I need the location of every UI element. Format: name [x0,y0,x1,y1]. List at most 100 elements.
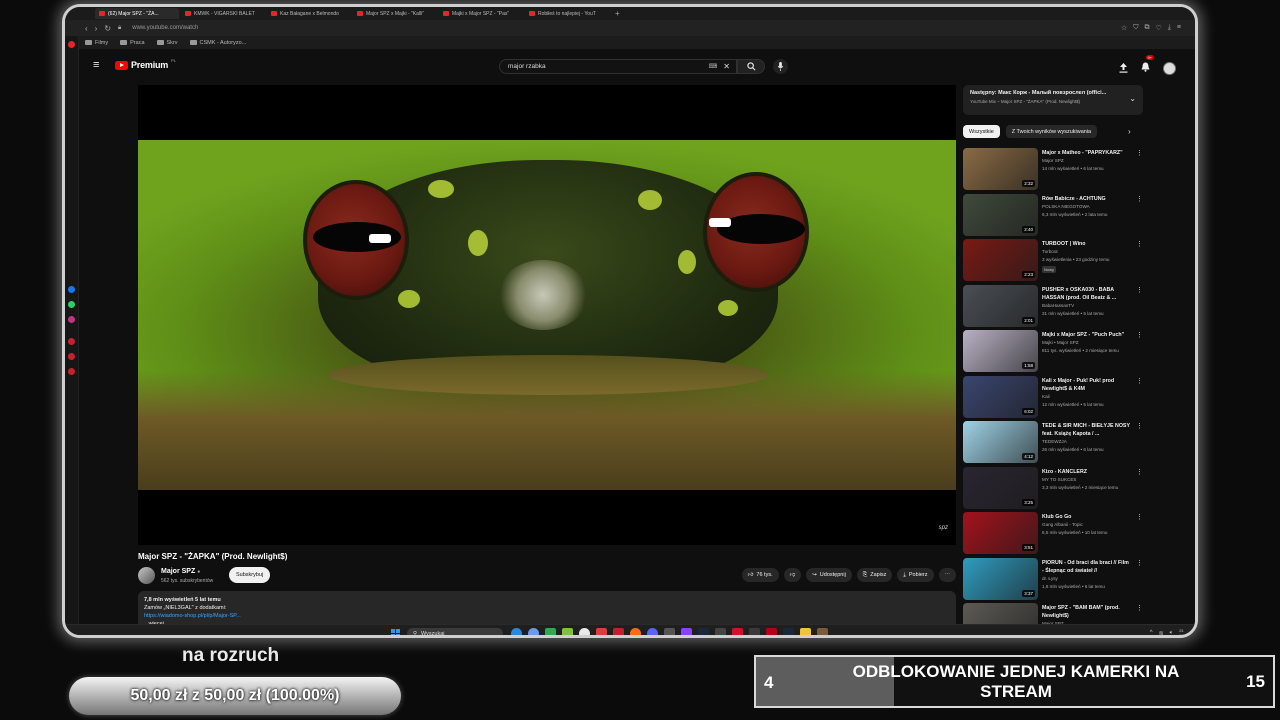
more-options-icon[interactable]: ⋮ [1136,559,1143,567]
recommendation-title[interactable]: Major x Matheo - "PAPRYKARZ" [1042,149,1130,157]
history-icon[interactable] [68,338,75,345]
chevron-up-icon[interactable]: ^ [1150,630,1153,635]
taskbar-app-icon[interactable] [562,628,573,635]
browser-tab[interactable]: Kaz Bałagane x Belmondo [267,8,351,19]
recommendation-item[interactable]: 3:37 PIORUN - Od braci dla braci // Film … [963,557,1143,603]
download-icon[interactable]: ⤓ [1168,24,1171,32]
url-field[interactable]: www.youtube.com/watch [132,25,198,31]
instagram-icon[interactable] [68,316,75,323]
extensions-icon[interactable]: ⧉ [1145,24,1150,32]
more-options-icon[interactable]: ⋮ [1136,286,1143,294]
taskbar-app-icon[interactable] [647,628,658,635]
clock[interactable]: 21 17.0 [1179,628,1187,635]
chevron-down-icon[interactable]: ⌄ [1129,94,1136,103]
recommendation-item[interactable]: 6:02 Kali x Major - Puk! Puk! prod Newlig… [963,375,1143,421]
recommendation-item[interactable]: 2:40 Rów Babicze - ACHTUNG POLSKA NIEGOTOW… [963,193,1143,239]
recommendation-item[interactable]: 4:12 TEDE & SIR MICH - BIEŁYJE NOSY feat.… [963,420,1143,466]
recommendation-channel[interactable]: BabaHassanTV [1042,303,1074,308]
bookmark-icon[interactable]: ☆ [1121,24,1127,32]
video-thumbnail[interactable]: 2:23 [963,239,1038,281]
channel-name[interactable]: Major SPZ ● [161,568,200,575]
taskbar-app-icon[interactable] [800,628,811,635]
video-thumbnail[interactable]: 4:12 [963,421,1038,463]
channel-avatar[interactable] [138,567,155,584]
share-button[interactable]: ↪ Udostępnij [806,568,852,582]
wifi-icon[interactable]: ≋ [1159,630,1164,636]
recommendation-channel[interactable]: Majki • Major SPZ [1042,340,1079,345]
taskbar-app-icon[interactable] [698,628,709,635]
recommendation-channel[interactable]: dr. Łysy [1042,576,1058,581]
recommendation-channel[interactable]: Turboot [1042,249,1058,254]
taskbar-app-icon[interactable] [732,628,743,635]
recommendation-title[interactable]: Kizo - KANCLERZ [1042,468,1130,476]
taskbar-app-icon[interactable] [783,628,794,635]
volume-icon[interactable]: 🔈︎ [1170,630,1174,636]
taskbar-app-icon[interactable] [817,628,828,635]
recommendation-item[interactable]: 2:23 TURBOOT | Wino Turboot 3 wyświetlenia … [963,238,1143,284]
search-button[interactable] [737,59,765,74]
more-options-icon[interactable]: ⋮ [1136,422,1143,430]
video-thumbnail[interactable]: 2:40 [963,193,1038,236]
like-button[interactable]: 👍︎ 76 tys. [741,568,779,582]
video-thumbnail[interactable]: 3:25 [963,466,1038,509]
taskbar-app-icon[interactable] [749,628,760,635]
bookmark-item[interactable]: Praca [120,40,145,46]
recommendation-item[interactable]: 3:51 Klub Go Go Gang Albanii - Topic 6,5 ml… [963,511,1143,557]
shield-icon[interactable]: ⛉ [1133,24,1138,32]
clear-search-icon[interactable]: ✕ [723,62,730,71]
keyboard-icon[interactable]: ⌨ [709,63,718,70]
upload-icon[interactable] [1119,63,1128,73]
hamburger-menu-icon[interactable]: ≡ [93,60,103,71]
recommendation-title[interactable]: Major SPZ - "BAM BAM" (prod. Newlight$) [1042,604,1130,620]
taskbar-app-icon[interactable] [545,628,556,635]
filter-chip[interactable]: Wszystkie [963,125,1000,138]
more-options-icon[interactable]: ⋮ [1136,604,1143,612]
video-thumbnail[interactable]: 1:58 [963,330,1038,372]
more-options-icon[interactable]: ⋮ [1136,240,1143,248]
video-thumbnail[interactable]: 2:32 [963,148,1038,190]
chat-icon[interactable] [68,353,75,360]
youtube-premium-logo[interactable]: Premium PL [115,58,176,70]
voice-search-button[interactable] [773,59,788,74]
recommendation-title[interactable]: TURBOOT | Wino [1042,240,1130,248]
recommendation-title[interactable]: TEDE & SIR MICH - BIEŁYJE NOSY feat. Ksi… [1042,422,1130,438]
recommendation-item[interactable]: 2:32 Major x Matheo - "PAPRYKARZ" Major SP… [963,147,1143,193]
bookmark-item[interactable]: Filmy [85,40,108,46]
save-button[interactable]: ⎘ Zapisz [856,568,893,582]
browser-tab[interactable]: Major SPZ x Majki - "Kalli" [353,8,437,19]
recommendation-item[interactable]: 2:01 PUSHER x OSKA030 - BABA HASSAN (prod… [963,284,1143,330]
recommendation-title[interactable]: Rów Babicze - ACHTUNG [1042,195,1130,203]
taskbar-search[interactable]: ⚲ Wyszukaj [407,628,503,635]
settings-icon[interactable] [68,368,75,375]
windows-start-icon[interactable] [391,629,400,635]
recommendation-title[interactable]: Kali x Major - Puk! Puk! prod Newlight$ … [1042,377,1130,393]
opera-home-icon[interactable] [68,41,75,48]
taskbar-app-icon[interactable] [596,628,607,635]
taskbar-app-icon[interactable] [511,628,522,635]
more-options-icon[interactable]: ⋮ [1136,468,1143,476]
chevron-right-icon[interactable]: › [1128,127,1131,136]
recommendation-title[interactable]: PIORUN - Od braci dla braci // Film - Śl… [1042,559,1130,575]
taskbar-app-icon[interactable] [664,628,675,635]
video-thumbnail[interactable]: 3:51 [963,512,1038,554]
taskbar-app-icon[interactable] [613,628,624,635]
more-options-icon[interactable]: ⋮ [1136,377,1143,385]
taskbar-app-icon[interactable] [715,628,726,635]
heart-icon[interactable]: ♡ [1156,24,1162,32]
forward-icon[interactable]: › [95,24,98,33]
reload-icon[interactable]: ↻ [104,24,111,33]
bookmark-item[interactable]: CSMK - Autoryzo... [189,40,246,46]
recommendation-channel[interactable]: Kali [1042,394,1050,399]
taskbar-app-icon[interactable] [766,628,777,635]
browser-tab[interactable]: Robiłeś to najlepiej - YouT [525,8,609,19]
bookmark-item[interactable]: Skrv [156,40,178,46]
up-next-card[interactable]: Następny: Макс Корж - Малый повзрослел (… [963,85,1143,115]
video-player[interactable]: spz [138,85,956,545]
description-link[interactable]: https://wiadomo-shop.pl/pl/p/Major-SP... [144,613,241,619]
whatsapp-icon[interactable] [68,301,75,308]
more-options-icon[interactable]: ⋮ [1136,195,1143,203]
more-options-icon[interactable]: ⋮ [1136,331,1143,339]
taskbar-app-icon[interactable] [579,628,590,635]
taskbar-app-icon[interactable] [528,628,539,635]
recommendation-item[interactable]: 3:25 Kizo - KANCLERZ MY TO SUKCES 3,3 mln w… [963,466,1143,512]
